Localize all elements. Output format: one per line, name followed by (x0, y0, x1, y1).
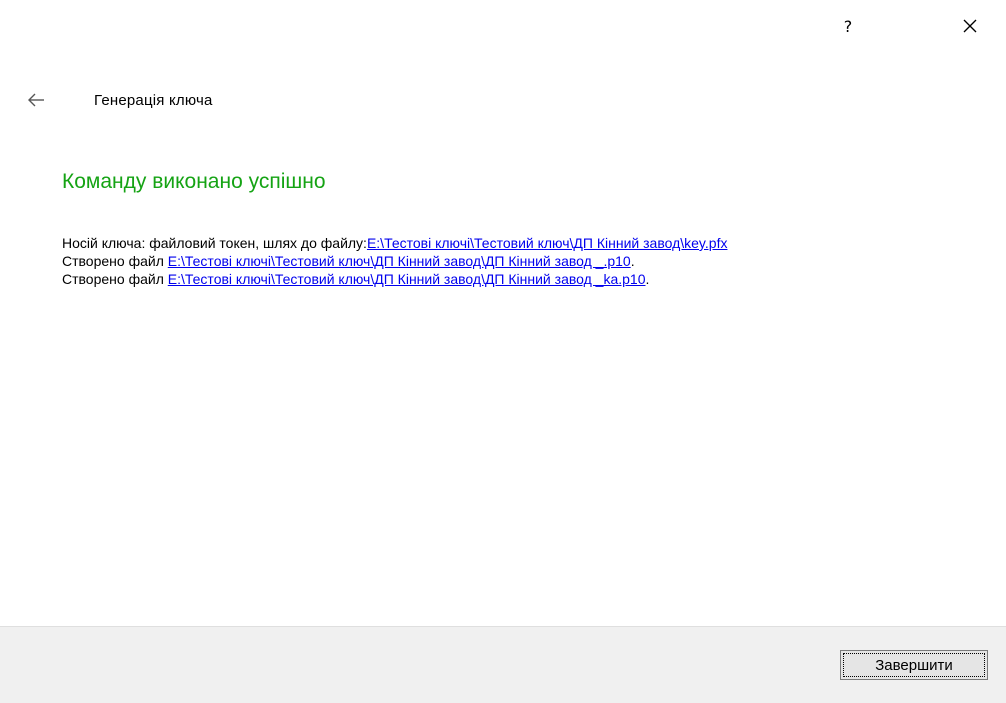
ka-request-file-link[interactable]: E:\Тестові ключі\Тестовий ключ\ДП Кінний… (168, 271, 646, 287)
footer-bar: Завершити (0, 626, 1006, 703)
result-messages: Носій ключа: файловий токен, шлях до фай… (62, 234, 992, 288)
message-key-carrier: Носій ключа: файловий токен, шлях до фай… (62, 235, 728, 251)
back-arrow-icon (28, 93, 44, 107)
finish-button[interactable]: Завершити (840, 650, 988, 680)
close-icon (963, 19, 977, 33)
help-button[interactable]: ? (826, 6, 870, 46)
result-status-title: Команду виконано успішно (62, 170, 326, 193)
message-created-file: Створено файл E:\Тестові ключі\Тестовий … (62, 271, 650, 287)
key-generation-dialog: ? Генерація ключа Команду виконано успіш… (0, 0, 1006, 703)
back-button[interactable] (20, 84, 52, 116)
finish-button-label: Завершити (843, 653, 985, 677)
header: Генерація ключа (20, 80, 213, 120)
page-title: Генерація ключа (94, 91, 213, 109)
close-button[interactable] (948, 6, 992, 46)
request-file-link[interactable]: E:\Тестові ключі\Тестовий ключ\ДП Кінний… (168, 253, 631, 269)
help-icon: ? (843, 16, 853, 36)
message-created-file: Створено файл E:\Тестові ключі\Тестовий … (62, 253, 635, 269)
key-file-path-link[interactable]: E:\Тестові ключі\Тестовий ключ\ДП Кінний… (367, 235, 728, 251)
